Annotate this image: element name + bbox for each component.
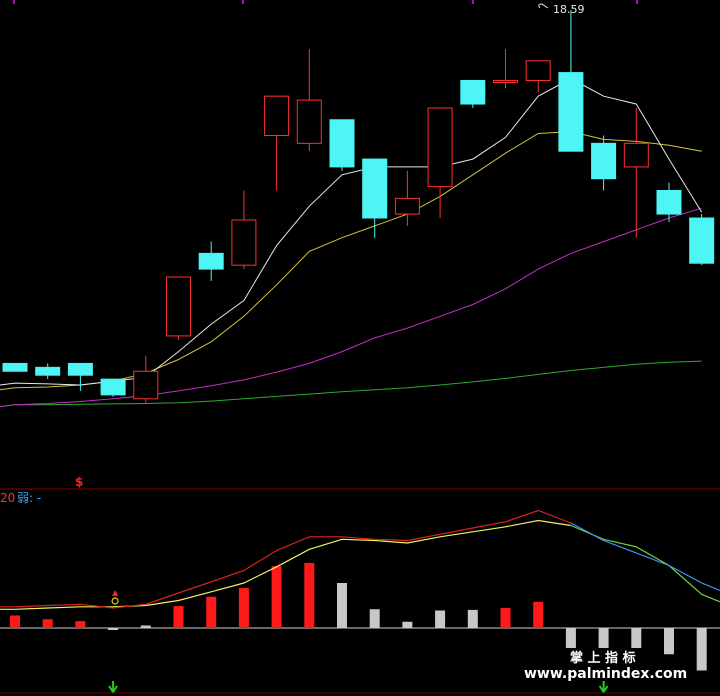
candle-body [591,142,617,180]
candle-body [427,107,453,188]
signal-line-green [570,524,720,603]
histogram-bar [140,625,151,628]
candle-body [623,142,649,168]
histogram-bar [664,628,674,655]
histogram-bar [467,609,478,628]
candle-body [656,190,682,215]
candle-body [362,158,388,219]
price-panel [0,3,715,408]
signal-line-yellow [0,519,571,610]
candle-body [231,219,257,266]
watermark-line2: www.palmindex.com [524,666,687,682]
candle-body [35,366,61,376]
candle-body [689,217,715,264]
signal-glyph: $ [75,475,83,489]
histogram-bar [402,621,413,628]
candle-body [329,119,355,168]
histogram-bar [304,563,315,628]
histogram-bar [10,615,20,628]
histogram-bar [42,619,53,628]
top-tick-marks [13,0,638,4]
ma20-line [0,207,702,408]
histogram-bar [565,628,576,648]
histogram-bar [271,566,282,628]
signal-line-blue [570,522,720,592]
candle-body [2,362,28,372]
high-price-marker [538,3,549,9]
candle-body [100,378,126,396]
candle-body [394,197,420,215]
histogram-bar [631,628,642,648]
histogram-bar [108,628,119,630]
indicator-label-text: 弱: - [17,491,41,505]
candle-body [558,72,584,152]
candle-body [296,99,322,144]
histogram-bar [369,609,380,628]
histogram-bar [206,596,217,628]
watermark-line1: 掌 上 指 标 [570,650,636,666]
histogram-bar [696,628,707,671]
histogram-bar [598,628,609,648]
histogram-bar [173,606,184,628]
histogram-bar [75,621,86,628]
chart-canvas: $ 20 弱: - 18.59 掌 上 指 标 www.palmindex.co… [0,0,720,694]
candle-body [198,252,224,270]
candle-body [67,362,93,376]
candle-body [133,370,159,400]
candle-body [264,95,290,136]
histogram-bar [435,610,446,628]
buy-signal-triangle [112,590,119,596]
high-price-label: 18.59 [553,3,585,16]
candle-body [460,79,486,105]
histogram-bar [238,588,249,628]
histogram-bar [500,608,511,628]
signal-line-red [0,509,572,609]
histogram-bar [337,583,347,628]
candle-body [493,79,518,83]
histogram-bar [533,601,544,628]
candle-body [525,60,551,81]
crossover-circle [111,597,119,605]
indicator-label-prefix: 20 [0,491,15,505]
candle-body [166,276,191,337]
